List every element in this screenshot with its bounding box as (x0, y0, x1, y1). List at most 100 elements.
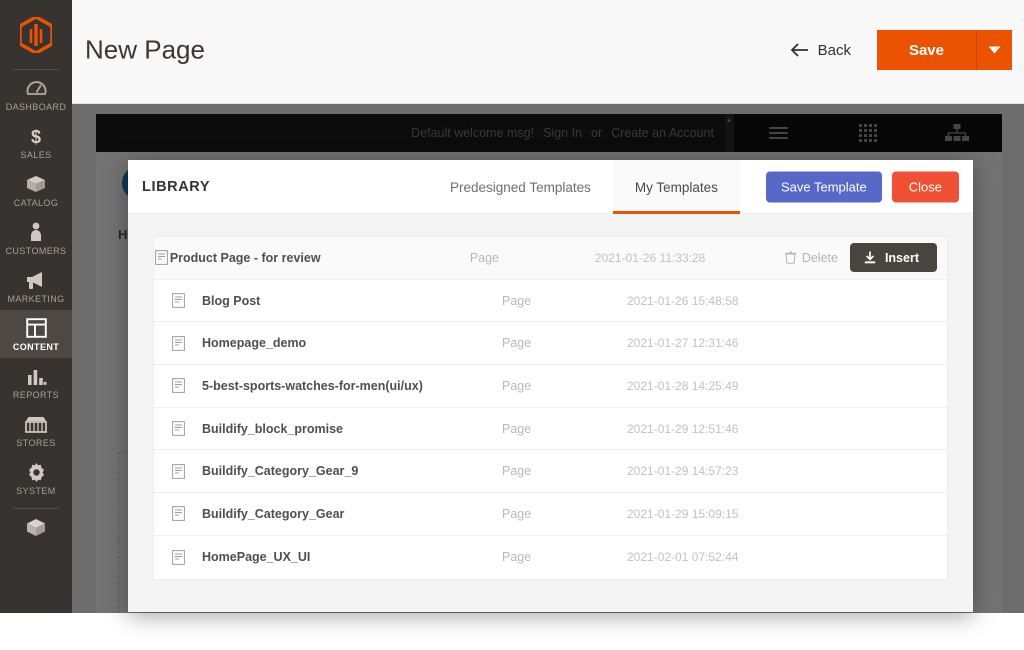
extensions-cube-icon (24, 516, 48, 538)
template-name: Buildify_Category_Gear_9 (202, 464, 359, 479)
megaphone-icon (24, 269, 48, 291)
admin-app: DASHBOARD $ SALES CATALOG CUSTOMERS MARK… (0, 0, 1024, 650)
template-date: 2021-01-29 15:09:15 (627, 506, 739, 521)
sidebar-item-stores[interactable]: STORES (0, 406, 72, 454)
sidebar-item-dashboard[interactable]: DASHBOARD (0, 70, 72, 118)
table-row[interactable]: Buildify_Category_Gear Page 2021-01-29 1… (154, 493, 947, 536)
sidebar-item-sales[interactable]: $ SALES (0, 118, 72, 166)
template-name: HomePage_UX_UI (202, 550, 311, 565)
storefront-icon (24, 413, 48, 435)
sidebar-item-label: CATALOG (13, 198, 59, 208)
sidebar-item-label: SYSTEM (16, 486, 56, 496)
save-template-button[interactable]: Save Template (765, 171, 882, 202)
insert-button[interactable]: Insert (849, 243, 937, 273)
sidebar-item-reports[interactable]: REPORTS (0, 358, 72, 406)
template-type: Page (502, 336, 532, 351)
template-list: Product Page - for review Page 2021-01-2… (153, 236, 948, 580)
table-row[interactable]: HomePage_UX_UI Page 2021-02-01 07:52:44 (154, 536, 947, 579)
sidebar-item-customers[interactable]: CUSTOMERS (0, 214, 72, 262)
caret-down-icon (988, 46, 1001, 54)
sidebar-item-marketing[interactable]: MARKETING (0, 262, 72, 310)
svg-text:$: $ (31, 127, 41, 147)
template-type: Page (502, 550, 532, 565)
sidebar-item-label: CUSTOMERS (5, 246, 67, 256)
bar-chart-icon (26, 365, 47, 387)
sidebar-item-label: MARKETING (7, 294, 65, 304)
tab-predesigned-templates[interactable]: Predesigned Templates (428, 160, 613, 214)
insert-label: Insert (884, 250, 919, 265)
library-modal: LIBRARY Predesigned Templates My Templat… (128, 160, 973, 612)
template-name: 5-best-sports-watches-for-men(ui/ux) (202, 378, 423, 393)
page-title: New Page (85, 34, 205, 65)
template-type: Page (502, 421, 532, 436)
template-name: Buildify_Category_Gear (202, 506, 345, 521)
dollar-icon: $ (28, 125, 44, 147)
back-button[interactable]: Back (790, 42, 851, 59)
sidebar-item-label: DASHBOARD (5, 102, 67, 112)
magento-logo-icon (20, 16, 52, 53)
sidebar-item-label: SALES (20, 150, 52, 160)
table-row[interactable]: Buildify_Category_Gear_9 Page 2021-01-29… (154, 450, 947, 494)
template-date: 2021-01-29 14:57:23 (627, 464, 739, 479)
file-page-icon (154, 549, 202, 565)
save-button[interactable]: Save (876, 30, 976, 70)
table-row[interactable]: 5-best-sports-watches-for-men(ui/ux) Pag… (154, 365, 947, 408)
template-date: 2021-01-27 12:31:46 (627, 336, 739, 351)
template-date: 2021-01-26 11:33:28 (594, 250, 706, 265)
arrow-left-icon (790, 43, 809, 57)
template-type: Page (502, 293, 532, 308)
library-modal-header: LIBRARY Predesigned Templates My Templat… (128, 160, 973, 214)
download-arrow-icon (864, 251, 876, 264)
file-page-icon (154, 250, 170, 266)
template-type: Page (502, 378, 532, 393)
sidebar-item-content[interactable]: CONTENT (0, 310, 72, 358)
row-actions: Delete Insert (784, 243, 947, 273)
file-page-icon (154, 506, 202, 522)
file-page-icon (154, 463, 202, 479)
file-page-icon (154, 293, 202, 308)
library-title: LIBRARY (142, 178, 211, 195)
person-icon (29, 221, 43, 243)
sidebar-item-catalog[interactable]: CATALOG (0, 166, 72, 214)
delete-label: Delete (801, 250, 838, 265)
library-tabs: Predesigned Templates My Templates (428, 160, 740, 214)
layout-icon (25, 317, 47, 339)
dashboard-icon (26, 77, 47, 99)
library-modal-body: Product Page - for review Page 2021-01-2… (128, 214, 973, 612)
file-page-icon (154, 335, 202, 351)
template-name: Buildify_block_promise (202, 421, 344, 436)
tab-my-templates[interactable]: My Templates (612, 160, 740, 214)
sidebar-item-label: STORES (16, 438, 56, 448)
template-name: Product Page - for review (169, 250, 321, 265)
table-row[interactable]: Product Page - for review Page 2021-01-2… (154, 237, 947, 280)
admin-sidebar: DASHBOARD $ SALES CATALOG CUSTOMERS MARK… (0, 0, 72, 613)
template-date: 2021-02-01 07:52:44 (627, 550, 739, 565)
sidebar-item-system[interactable]: SYSTEM (0, 454, 72, 502)
template-type: Page (469, 250, 500, 265)
page-footer (72, 613, 1024, 650)
file-page-icon (154, 421, 202, 436)
template-type: Page (502, 506, 532, 521)
delete-button[interactable]: Delete (784, 250, 838, 265)
table-row[interactable]: Buildify_block_promise Page 2021-01-29 1… (154, 408, 947, 451)
sidebar-item-extensions[interactable] (0, 509, 72, 547)
template-type: Page (502, 464, 532, 479)
file-page-icon (154, 378, 202, 394)
back-button-label: Back (817, 41, 851, 59)
save-dropdown-toggle[interactable] (976, 30, 1012, 70)
sidebar-item-label: CONTENT (12, 342, 60, 352)
save-split-button: Save (876, 30, 1012, 70)
close-button[interactable]: Close (891, 171, 959, 202)
table-row[interactable]: Blog Post Page 2021-01-26 15:48:58 (154, 280, 947, 323)
tab-label: Predesigned Templates (450, 179, 591, 195)
template-date: 2021-01-26 15:48:58 (627, 293, 739, 308)
sidebar-item-label: REPORTS (12, 390, 60, 400)
magento-logo[interactable] (0, 0, 72, 69)
template-date: 2021-01-28 14:25:49 (627, 378, 739, 393)
template-name: Blog Post (202, 293, 261, 308)
template-date: 2021-01-29 12:51:46 (627, 421, 739, 436)
box-icon (25, 173, 47, 195)
trash-icon (784, 251, 796, 265)
table-row[interactable]: Homepage_demo Page 2021-01-27 12:31:46 (154, 322, 947, 366)
template-name: Homepage_demo (202, 336, 307, 351)
